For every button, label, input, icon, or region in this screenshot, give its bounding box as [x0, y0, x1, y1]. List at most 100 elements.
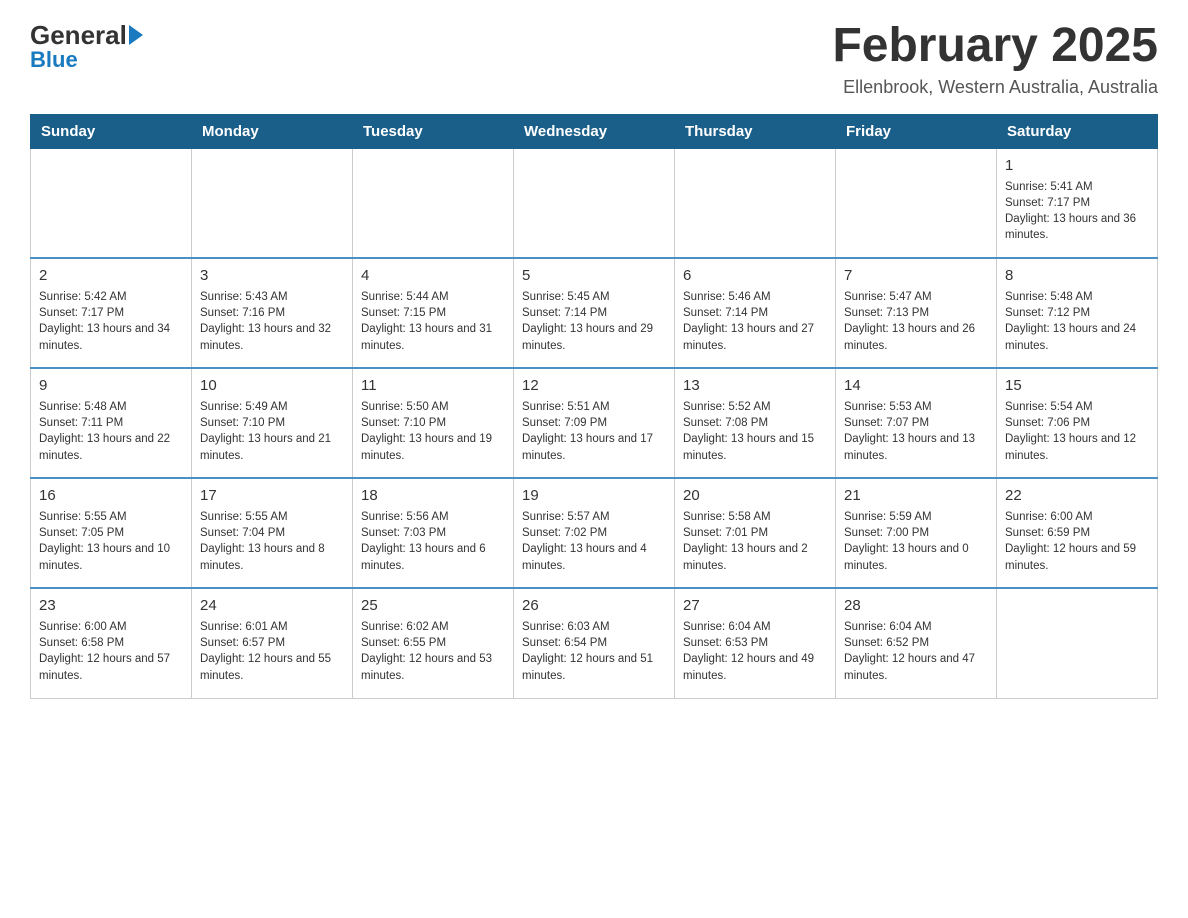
day-number: 17 [200, 485, 344, 506]
calendar-cell [997, 588, 1158, 698]
calendar-cell: 1 Sunrise: 5:41 AM Sunset: 7:17 PM Daylig… [997, 148, 1158, 258]
day-number: 22 [1005, 485, 1149, 506]
day-number: 1 [1005, 155, 1149, 176]
calendar-cell: 4 Sunrise: 5:44 AM Sunset: 7:15 PM Daylig… [353, 258, 514, 368]
day-info: Sunrise: 5:50 AM Sunset: 7:10 PM Dayligh… [361, 399, 505, 463]
day-info: Sunrise: 5:48 AM Sunset: 7:11 PM Dayligh… [39, 399, 183, 463]
day-info: Sunrise: 6:00 AM Sunset: 6:58 PM Dayligh… [39, 619, 183, 683]
day-info: Sunrise: 5:55 AM Sunset: 7:04 PM Dayligh… [200, 509, 344, 573]
day-number: 18 [361, 485, 505, 506]
day-number: 4 [361, 265, 505, 286]
calendar-week-3: 9 Sunrise: 5:48 AM Sunset: 7:11 PM Daylig… [31, 368, 1158, 478]
day-info: Sunrise: 6:00 AM Sunset: 6:59 PM Dayligh… [1005, 509, 1149, 573]
day-number: 5 [522, 265, 666, 286]
calendar-cell: 15Sunrise: 5:54 AM Sunset: 7:06 PM Dayli… [997, 368, 1158, 478]
page-header: General Blue February 2025 Ellenbrook, W… [30, 20, 1158, 98]
month-title: February 2025 [832, 20, 1158, 73]
calendar-cell [192, 148, 353, 258]
day-info: Sunrise: 5:58 AM Sunset: 7:01 PM Dayligh… [683, 509, 827, 573]
day-info: Sunrise: 5:56 AM Sunset: 7:03 PM Dayligh… [361, 509, 505, 573]
day-number: 28 [844, 595, 988, 616]
day-info: Sunrise: 5:48 AM Sunset: 7:12 PM Dayligh… [1005, 289, 1149, 353]
day-number: 19 [522, 485, 666, 506]
day-number: 12 [522, 375, 666, 396]
title-section: February 2025 Ellenbrook, Western Austra… [832, 20, 1158, 98]
calendar-week-1: 1 Sunrise: 5:41 AM Sunset: 7:17 PM Daylig… [31, 148, 1158, 258]
calendar-cell: 18 Sunrise: 5:56 AM Sunset: 7:03 PM Dayli… [353, 478, 514, 588]
calendar-cell: 28 Sunrise: 6:04 AM Sunset: 6:52 PM Dayli… [836, 588, 997, 698]
day-info: Sunrise: 5:42 AM Sunset: 7:17 PM Dayligh… [39, 289, 183, 353]
day-info: Sunrise: 6:04 AM Sunset: 6:53 PM Dayligh… [683, 619, 827, 683]
day-number: 2 [39, 265, 183, 286]
day-number: 26 [522, 595, 666, 616]
calendar-cell [675, 148, 836, 258]
day-number: 10 [200, 375, 344, 396]
day-header-thursday: Thursday [675, 114, 836, 148]
day-number: 24 [200, 595, 344, 616]
calendar-cell: 22 Sunrise: 6:00 AM Sunset: 6:59 PM Dayli… [997, 478, 1158, 588]
calendar-cell [353, 148, 514, 258]
day-number: 9 [39, 375, 183, 396]
day-info: Sunrise: 5:55 AM Sunset: 7:05 PM Dayligh… [39, 509, 183, 573]
day-number: 25 [361, 595, 505, 616]
calendar-cell: 24Sunrise: 6:01 AM Sunset: 6:57 PM Dayli… [192, 588, 353, 698]
calendar-cell: 13Sunrise: 5:52 AM Sunset: 7:08 PM Dayli… [675, 368, 836, 478]
logo: General Blue [30, 20, 143, 73]
day-info: Sunrise: 5:45 AM Sunset: 7:14 PM Dayligh… [522, 289, 666, 353]
day-info: Sunrise: 5:51 AM Sunset: 7:09 PM Dayligh… [522, 399, 666, 463]
day-number: 27 [683, 595, 827, 616]
day-info: Sunrise: 5:49 AM Sunset: 7:10 PM Dayligh… [200, 399, 344, 463]
calendar-week-5: 23 Sunrise: 6:00 AM Sunset: 6:58 PM Dayli… [31, 588, 1158, 698]
day-number: 3 [200, 265, 344, 286]
day-info: Sunrise: 5:43 AM Sunset: 7:16 PM Dayligh… [200, 289, 344, 353]
calendar-cell: 10 Sunrise: 5:49 AM Sunset: 7:10 PM Dayli… [192, 368, 353, 478]
calendar-cell: 12 Sunrise: 5:51 AM Sunset: 7:09 PM Dayli… [514, 368, 675, 478]
calendar-cell: 11 Sunrise: 5:50 AM Sunset: 7:10 PM Dayli… [353, 368, 514, 478]
calendar-cell: 7 Sunrise: 5:47 AM Sunset: 7:13 PM Daylig… [836, 258, 997, 368]
day-header-monday: Monday [192, 114, 353, 148]
calendar-cell: 27 Sunrise: 6:04 AM Sunset: 6:53 PM Dayli… [675, 588, 836, 698]
calendar-cell: 16 Sunrise: 5:55 AM Sunset: 7:05 PM Dayli… [31, 478, 192, 588]
day-header-sunday: Sunday [31, 114, 192, 148]
day-number: 21 [844, 485, 988, 506]
day-number: 11 [361, 375, 505, 396]
day-info: Sunrise: 6:04 AM Sunset: 6:52 PM Dayligh… [844, 619, 988, 683]
calendar-cell: 2 Sunrise: 5:42 AM Sunset: 7:17 PM Daylig… [31, 258, 192, 368]
calendar-cell: 6 Sunrise: 5:46 AM Sunset: 7:14 PM Daylig… [675, 258, 836, 368]
day-info: Sunrise: 5:57 AM Sunset: 7:02 PM Dayligh… [522, 509, 666, 573]
day-header-saturday: Saturday [997, 114, 1158, 148]
day-number: 20 [683, 485, 827, 506]
day-number: 8 [1005, 265, 1149, 286]
day-info: Sunrise: 6:02 AM Sunset: 6:55 PM Dayligh… [361, 619, 505, 683]
day-number: 6 [683, 265, 827, 286]
calendar-cell: 17 Sunrise: 5:55 AM Sunset: 7:04 PM Dayli… [192, 478, 353, 588]
calendar-cell: 8 Sunrise: 5:48 AM Sunset: 7:12 PM Daylig… [997, 258, 1158, 368]
logo-blue: Blue [30, 47, 78, 73]
calendar-cell [836, 148, 997, 258]
location: Ellenbrook, Western Australia, Australia [832, 77, 1158, 98]
day-info: Sunrise: 5:47 AM Sunset: 7:13 PM Dayligh… [844, 289, 988, 353]
logo-arrow-icon [129, 25, 143, 45]
calendar-cell: 23 Sunrise: 6:00 AM Sunset: 6:58 PM Dayli… [31, 588, 192, 698]
day-header-tuesday: Tuesday [353, 114, 514, 148]
calendar-cell: 26Sunrise: 6:03 AM Sunset: 6:54 PM Dayli… [514, 588, 675, 698]
day-header-friday: Friday [836, 114, 997, 148]
day-number: 7 [844, 265, 988, 286]
day-info: Sunrise: 5:46 AM Sunset: 7:14 PM Dayligh… [683, 289, 827, 353]
calendar-cell: 21Sunrise: 5:59 AM Sunset: 7:00 PM Dayli… [836, 478, 997, 588]
calendar-cell: 14Sunrise: 5:53 AM Sunset: 7:07 PM Dayli… [836, 368, 997, 478]
day-number: 16 [39, 485, 183, 506]
calendar-cell: 20 Sunrise: 5:58 AM Sunset: 7:01 PM Dayli… [675, 478, 836, 588]
calendar: SundayMondayTuesdayWednesdayThursdayFrid… [30, 114, 1158, 699]
calendar-cell: 3 Sunrise: 5:43 AM Sunset: 7:16 PM Daylig… [192, 258, 353, 368]
day-info: Sunrise: 5:52 AM Sunset: 7:08 PM Dayligh… [683, 399, 827, 463]
day-info: Sunrise: 5:44 AM Sunset: 7:15 PM Dayligh… [361, 289, 505, 353]
day-number: 23 [39, 595, 183, 616]
day-number: 15 [1005, 375, 1149, 396]
day-info: Sunrise: 5:41 AM Sunset: 7:17 PM Dayligh… [1005, 179, 1149, 243]
calendar-header-row: SundayMondayTuesdayWednesdayThursdayFrid… [31, 114, 1158, 148]
calendar-cell: 5 Sunrise: 5:45 AM Sunset: 7:14 PM Daylig… [514, 258, 675, 368]
day-info: Sunrise: 5:53 AM Sunset: 7:07 PM Dayligh… [844, 399, 988, 463]
calendar-week-2: 2 Sunrise: 5:42 AM Sunset: 7:17 PM Daylig… [31, 258, 1158, 368]
day-header-wednesday: Wednesday [514, 114, 675, 148]
